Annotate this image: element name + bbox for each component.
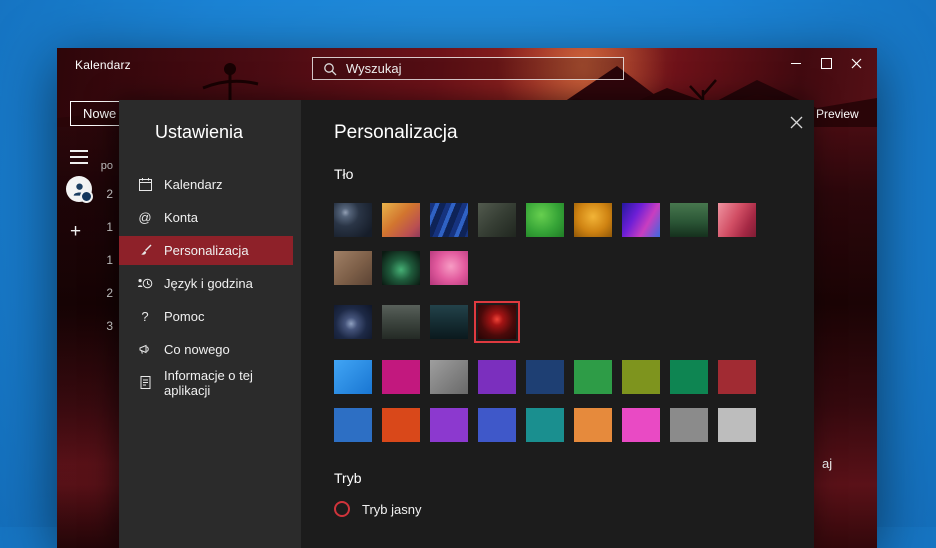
sidebar-item-label: Co nowego [164,342,230,357]
close-window-button[interactable] [841,50,871,76]
background-section-label: Tło [334,166,353,182]
color-swatch-navy[interactable] [526,360,564,394]
background-thumbnail-green-leaves[interactable] [526,203,564,237]
search-input[interactable]: Wyszukaj [312,57,624,80]
minimize-button[interactable] [781,50,811,76]
background-thumbnail-pink-flower[interactable] [430,251,468,285]
help-icon: ? [137,309,153,325]
color-swatch-gray-light[interactable] [718,408,756,442]
background-thumbnail-neon-lights[interactable] [622,203,660,237]
sidebar-item-label: Język i godzina [164,276,253,291]
mini-calendar-day[interactable]: 1 [87,211,113,244]
background-thumbnail-forest[interactable] [670,203,708,237]
background-thumbnail-dark-teal-night[interactable] [430,305,468,339]
preview-badge: Preview [816,107,859,121]
account-badge-dot [80,190,93,203]
settings-nav: Kalendarz @ Konta Personalizacja [119,170,293,401]
color-swatch-azure[interactable] [334,360,372,394]
background-photos-row-2 [334,251,468,285]
background-thumbnail-blue-architecture[interactable] [430,203,468,237]
settings-panel: Ustawienia Kalendarz @ Konta Person [119,100,814,548]
color-swatch-violet[interactable] [430,408,468,442]
hamburger-menu-button[interactable] [70,150,88,164]
add-calendar-button[interactable]: + [70,222,81,241]
language-time-icon [137,276,153,292]
solid-colors-row-2 [334,408,756,442]
sidebar-item-jezyk-i-godzina[interactable]: Język i godzina [119,269,293,298]
color-swatch-indigo[interactable] [478,408,516,442]
settings-content: Personalizacja Tło Tryb [301,100,814,548]
background-photos-row-1 [334,203,756,237]
calendar-icon [137,177,153,193]
light-mode-label: Tryb jasny [362,502,421,517]
background-thumbnail-sand-texture[interactable] [334,251,372,285]
sidebar-item-label: Informacje o tej aplikacji [164,368,293,398]
maximize-icon [821,58,832,69]
mini-calendar-days: 21123 [87,178,113,343]
background-thumbnail-orange-flower[interactable] [382,203,420,237]
right-edge-text-fragment: aj [822,456,832,471]
color-swatch-gray-gradient[interactable] [430,360,468,394]
color-swatch-green[interactable] [574,360,612,394]
sidebar-item-personalizacja[interactable]: Personalizacja [119,236,293,265]
settings-title: Ustawienia [155,122,243,143]
solid-colors-row-1 [334,360,756,394]
window-title: Kalendarz [75,58,131,72]
sidebar-item-informacje[interactable]: Informacje o tej aplikacji [119,368,293,397]
close-icon [851,58,862,69]
color-swatch-orange[interactable] [574,408,612,442]
mini-calendar-weekday: po [87,160,113,172]
color-swatch-gray-medium[interactable] [670,408,708,442]
mini-calendar-day[interactable]: 1 [87,244,113,277]
whats-new-icon [137,342,153,358]
accounts-icon: @ [137,210,153,226]
color-swatch-purple[interactable] [478,360,516,394]
background-thumbnail-red-ribbon[interactable] [718,203,756,237]
radio-icon [334,501,350,517]
sidebar-item-label: Personalizacja [164,243,249,258]
light-mode-option[interactable]: Tryb jasny [334,501,421,517]
color-swatch-dark-red[interactable] [718,360,756,394]
color-swatch-emerald[interactable] [670,360,708,394]
background-thumbnail-frosted-leaves[interactable] [478,203,516,237]
minimize-icon [791,63,801,64]
personalization-icon [137,243,153,259]
color-swatch-blue[interactable] [334,408,372,442]
personalization-title: Personalizacja [334,122,458,144]
sidebar-item-kalendarz[interactable]: Kalendarz [119,170,293,199]
sidebar-item-pomoc[interactable]: ? Pomoc [119,302,293,331]
search-placeholder: Wyszukaj [346,61,402,76]
sidebar-item-label: Pomoc [164,309,204,324]
background-thumbnail-aurora[interactable] [382,251,420,285]
mini-calendar-day[interactable]: 3 [87,310,113,343]
background-thumbnail-amber-glow[interactable] [574,203,612,237]
maximize-button[interactable] [811,50,841,76]
mini-calendar-day[interactable]: 2 [87,277,113,310]
sidebar-item-konta[interactable]: @ Konta [119,203,293,232]
sidebar-item-label: Kalendarz [164,177,223,192]
sidebar-item-co-nowego[interactable]: Co nowego [119,335,293,364]
color-swatch-olive[interactable] [622,360,660,394]
account-avatar[interactable] [66,176,92,202]
about-icon [137,375,153,391]
background-thumbnail-night-figure[interactable] [334,305,372,339]
mode-section-label: Tryb [334,470,361,486]
search-icon [323,62,337,76]
background-thumbnail-halloween-red[interactable] [478,305,516,339]
color-swatch-orange-red[interactable] [382,408,420,442]
background-thumbnail-night-sky[interactable] [334,203,372,237]
calendar-app-window: Kalendarz Wyszukaj Nowe z Preview + po 2… [57,48,877,548]
close-settings-button[interactable] [786,112,806,132]
settings-sidebar: Ustawienia Kalendarz @ Konta Person [119,100,301,548]
window-controls [781,50,871,76]
color-swatch-magenta[interactable] [382,360,420,394]
color-swatch-pink[interactable] [622,408,660,442]
color-swatch-teal[interactable] [526,408,564,442]
close-icon [790,116,803,129]
background-thumbnail-misty-landscape[interactable] [382,305,420,339]
sidebar-item-label: Konta [164,210,198,225]
background-photos-row-3 [334,305,516,339]
